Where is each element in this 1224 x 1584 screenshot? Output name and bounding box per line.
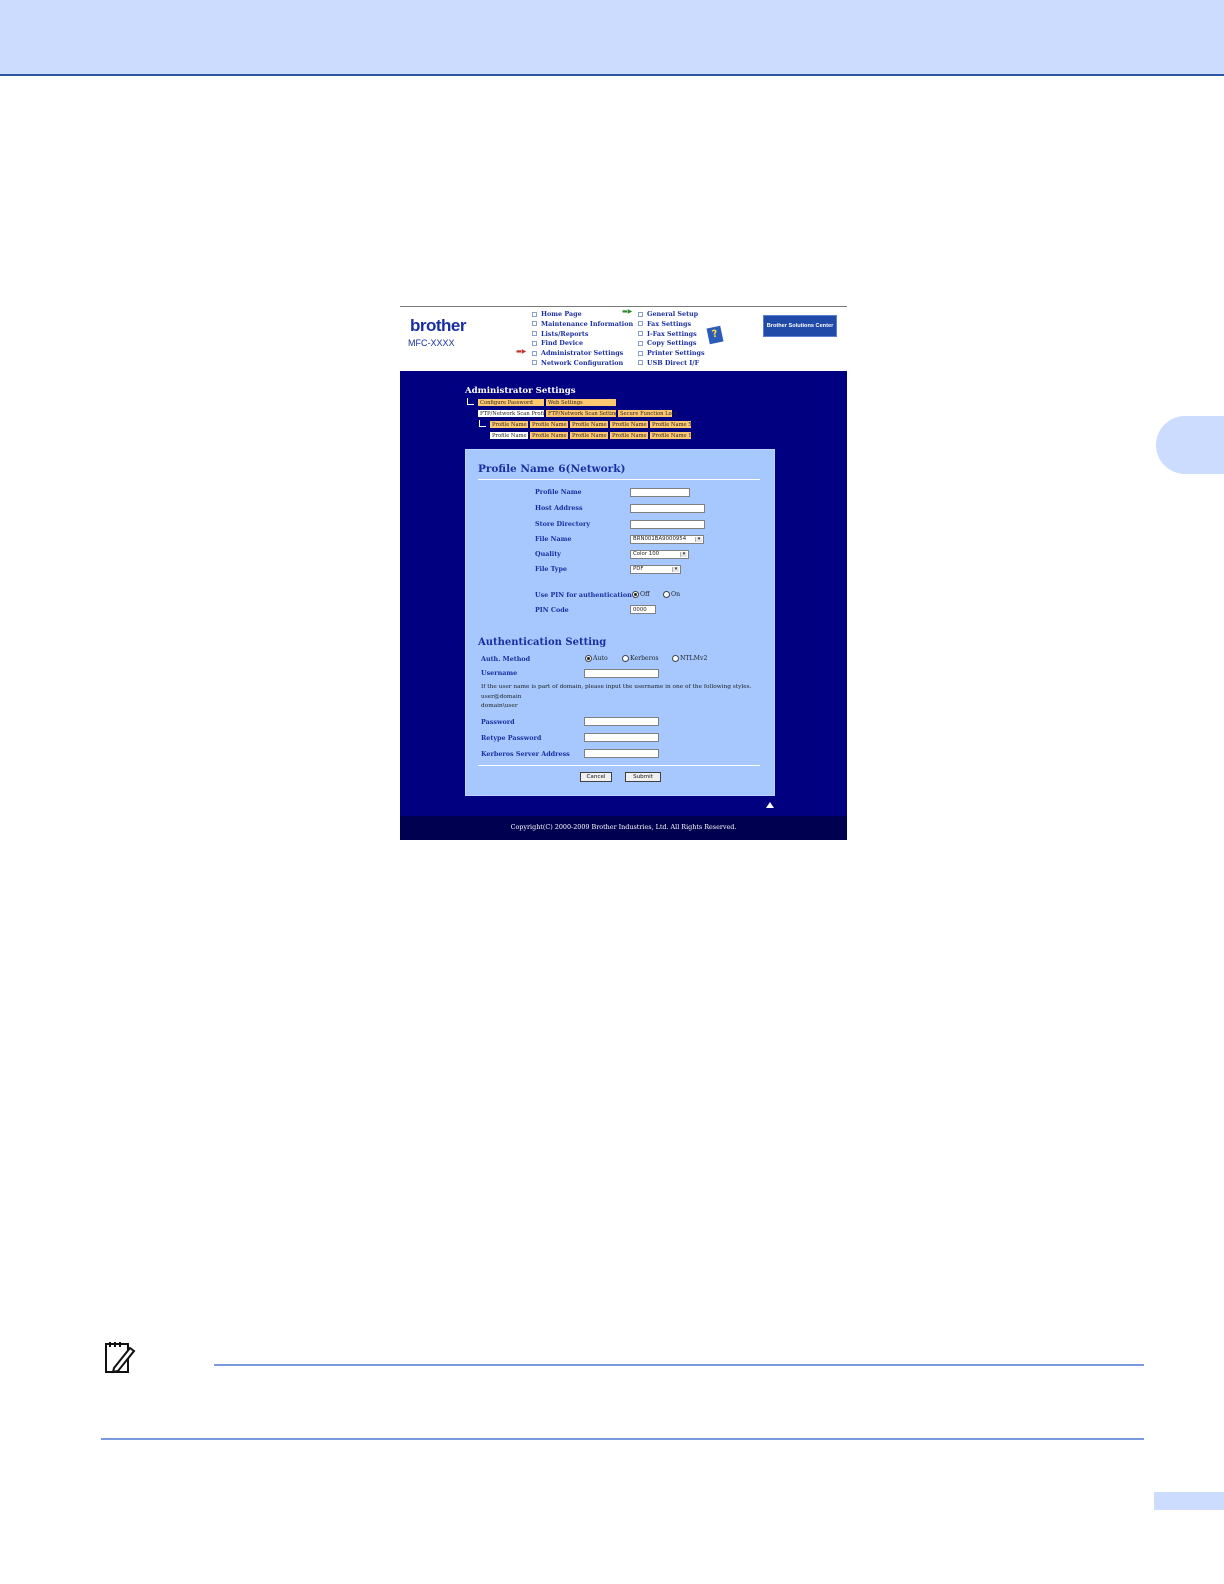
note-top-rule xyxy=(214,1364,1144,1366)
arrow-icon: ▬▶ xyxy=(622,308,633,315)
nav-network-configuration[interactable]: Network Configuration xyxy=(532,359,633,369)
host-address-input[interactable] xyxy=(630,504,705,513)
copyright-text: Copyright(C) 2000-2009 Brother Industrie… xyxy=(510,823,737,831)
help-icon[interactable]: ? xyxy=(706,325,724,345)
profile-form-panel: Profile Name 6(Network) Profile Name Hos… xyxy=(465,449,775,796)
submit-button[interactable]: Submit xyxy=(625,772,661,782)
tab-profile-name-1[interactable]: Profile Name 1 xyxy=(489,420,532,429)
username-label: Username xyxy=(481,669,518,677)
tab-profile-name-9[interactable]: Profile Name 9 xyxy=(609,431,652,440)
page-number-box xyxy=(1154,1492,1224,1510)
profile-form-title: Profile Name 6(Network) xyxy=(478,463,626,475)
password-input[interactable] xyxy=(584,717,659,726)
chevron-down-icon: ▾ xyxy=(672,567,679,572)
file-name-select[interactable]: BRN001BA9000954 ▾ xyxy=(630,535,704,544)
radio-empty-icon xyxy=(663,591,670,598)
pin-off-radio[interactable]: Off xyxy=(632,591,649,598)
auth-method-label: Auth. Method xyxy=(481,655,531,663)
username-input[interactable] xyxy=(584,669,659,678)
nav-administrator-settings[interactable]: Administrator Settings xyxy=(532,349,633,359)
retype-password-input[interactable] xyxy=(584,733,659,742)
profile-tabs-row1: Profile Name 1 Profile Name 2 Profile Na… xyxy=(489,420,692,429)
tab-profile-name-8[interactable]: Profile Name 8 xyxy=(569,431,612,440)
file-type-select[interactable]: PDF ▾ xyxy=(630,565,681,574)
profile-name-label: Profile Name xyxy=(535,488,582,496)
auth-ntlmv2-radio[interactable]: NTLMv2 xyxy=(672,655,707,662)
chevron-down-icon: ▾ xyxy=(695,537,702,542)
admin-settings-title: Administrator Settings xyxy=(465,386,576,396)
tab-ftp-network-scan-profile[interactable]: FTP/Network Scan Profile xyxy=(477,409,549,418)
radio-selected-icon xyxy=(632,591,639,598)
store-directory-label: Store Directory xyxy=(535,520,591,528)
domain-hint-example-1: user@domain xyxy=(481,694,522,700)
tree-connector xyxy=(467,398,474,405)
tab-profile-name-5[interactable]: Profile Name 5 xyxy=(649,420,692,429)
tab-secure-function-lock[interactable]: Secure Function Lock xyxy=(617,409,678,418)
note-icon xyxy=(104,1340,136,1378)
tab-profile-name-2[interactable]: Profile Name 2 xyxy=(529,420,572,429)
pin-code-input[interactable] xyxy=(630,605,656,614)
tab-profile-name-6[interactable]: Profile Name 6 xyxy=(489,431,532,440)
nav-lists-reports[interactable]: Lists/Reports xyxy=(532,330,633,340)
nav-general-setup[interactable]: General Setup xyxy=(638,310,705,320)
note-bottom-rule xyxy=(101,1438,1144,1440)
radio-empty-icon xyxy=(622,655,629,662)
admin-tabs-row1: Configure Password Web Settings xyxy=(477,398,617,407)
nav-right: General Setup Fax Settings I-Fax Setting… xyxy=(638,310,705,369)
radio-selected-icon xyxy=(585,655,592,662)
retype-password-label: Retype Password xyxy=(481,734,542,742)
profile-tabs-row2: Profile Name 6 Profile Name 7 Profile Na… xyxy=(489,431,695,440)
nav-printer-settings[interactable]: Printer Settings xyxy=(638,349,705,359)
nav-find-device[interactable]: Find Device xyxy=(532,339,633,349)
chapter-side-tab xyxy=(1156,416,1224,474)
auth-kerberos-radio[interactable]: Kerberos xyxy=(622,655,659,662)
auth-auto-radio[interactable]: Auto xyxy=(585,655,608,662)
store-directory-input[interactable] xyxy=(630,520,705,529)
tab-profile-name-3[interactable]: Profile Name 3 xyxy=(569,420,612,429)
nav-fax-settings[interactable]: Fax Settings xyxy=(638,320,705,330)
tab-web-settings[interactable]: Web Settings xyxy=(545,398,617,407)
nav-ifax-settings[interactable]: I-Fax Settings xyxy=(638,330,705,340)
radio-empty-icon xyxy=(672,655,679,662)
cancel-button[interactable]: Cancel xyxy=(580,772,612,782)
domain-hint-text: If the user name is part of domain, plea… xyxy=(481,684,752,690)
solutions-center-button[interactable]: Brother Solutions Center xyxy=(763,315,837,337)
file-type-label: File Type xyxy=(535,565,567,573)
buttons-divider xyxy=(478,765,760,766)
tree-connector xyxy=(479,420,486,427)
web-settings-screenshot: brother MFC-XXXX Home Page Maintenance I… xyxy=(400,306,847,840)
nav-left: Home Page Maintenance Information Lists/… xyxy=(532,310,633,369)
pin-code-label: PIN Code xyxy=(535,606,569,614)
active-arrow-icon: ▬▶ xyxy=(516,348,527,355)
nav-copy-settings[interactable]: Copy Settings xyxy=(638,339,705,349)
host-address-label: Host Address xyxy=(535,504,583,512)
domain-hint-example-2: domain\user xyxy=(481,703,518,709)
chevron-down-icon: ▾ xyxy=(680,552,687,557)
quality-label: Quality xyxy=(535,550,561,558)
password-label: Password xyxy=(481,718,515,726)
page-header-band xyxy=(0,0,1224,76)
quality-select[interactable]: Color 100 ▾ xyxy=(630,550,689,559)
nav-maintenance-information[interactable]: Maintenance Information xyxy=(532,320,633,330)
brother-logo: brother xyxy=(410,316,467,335)
tab-ftp-network-scan-settings[interactable]: FTP/Network Scan Settings xyxy=(545,409,621,418)
pin-on-radio[interactable]: On xyxy=(663,591,680,598)
title-divider xyxy=(478,479,760,480)
kerberos-server-input[interactable] xyxy=(584,749,659,758)
kerberos-server-label: Kerberos Server Address xyxy=(481,750,570,758)
nav-home-page[interactable]: Home Page xyxy=(532,310,633,320)
nav-usb-direct-if[interactable]: USB Direct I/F xyxy=(638,359,705,369)
auth-section-title: Authentication Setting xyxy=(478,637,607,648)
web-header: brother MFC-XXXX Home Page Maintenance I… xyxy=(400,306,847,371)
tab-configure-password[interactable]: Configure Password xyxy=(477,398,545,407)
model-name: MFC-XXXX xyxy=(408,338,455,348)
admin-tabs-row2: FTP/Network Scan Profile FTP/Network Sca… xyxy=(477,409,678,418)
scroll-to-top-icon[interactable] xyxy=(766,802,774,808)
pin-auth-label: Use PIN for authentication xyxy=(535,591,632,599)
tab-profile-name-4[interactable]: Profile Name 4 xyxy=(609,420,652,429)
profile-name-input[interactable] xyxy=(630,488,690,497)
tab-profile-name-10[interactable]: Profile Name 10 xyxy=(649,431,695,440)
tab-profile-name-7[interactable]: Profile Name 7 xyxy=(529,431,572,440)
file-name-label: File Name xyxy=(535,535,572,543)
